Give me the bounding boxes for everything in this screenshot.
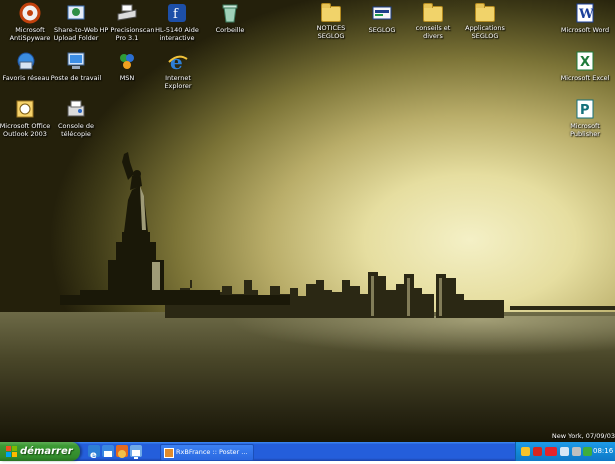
browser-icon [164, 448, 174, 458]
ati-icon[interactable] [545, 447, 557, 456]
start-label: démarrer [20, 446, 73, 457]
quick-launch-firefox[interactable] [116, 445, 128, 458]
label: Microsoft Excel [560, 74, 610, 82]
quick-launch-ie[interactable]: e [88, 445, 100, 461]
label: Internet Explorer [164, 74, 192, 90]
label: Applications SEGLOG [465, 24, 505, 40]
internet-explorer-icon: e [167, 50, 189, 74]
network-places-icon [15, 50, 37, 72]
icon-microsoft-excel[interactable]: X Microsoft Excel [555, 50, 615, 82]
desktop[interactable]: Microsoft AntiSpyware Share-to-Web Uploa… [0, 0, 615, 442]
network-icon[interactable] [560, 447, 569, 456]
quick-launch-outlook-express[interactable] [102, 445, 114, 457]
folder-icon [475, 3, 495, 22]
recycle-bin-icon [219, 2, 241, 24]
task-button-label: RxBFrance :: Poster ... [176, 448, 248, 456]
printer-help-icon: f [166, 2, 188, 24]
system-tray: 08:16 [515, 442, 615, 461]
folder-icon [423, 3, 443, 22]
msn-icon [116, 50, 138, 72]
icon-applications-seglog[interactable]: Applications SEGLOG [455, 2, 515, 40]
antispyware-icon [19, 2, 41, 24]
volume-icon[interactable] [572, 447, 581, 456]
msn-tray-icon[interactable] [583, 447, 592, 456]
svg-text:e: e [90, 450, 97, 460]
label: Microsoft Publisher [570, 122, 600, 138]
word-icon: W [574, 2, 596, 24]
statue-of-liberty-wallpaper [60, 152, 290, 305]
icon-hl5140-aide[interactable]: f HL-5140 Aide interactive [147, 2, 207, 42]
folder-icon [321, 3, 341, 22]
windows-logo-icon [6, 446, 17, 457]
icon-microsoft-publisher[interactable]: P Microsoft Publisher [555, 98, 615, 138]
outlook-icon [14, 98, 36, 120]
start-button[interactable]: démarrer [0, 442, 80, 461]
icon-internet-explorer[interactable]: e Internet Explorer [148, 50, 208, 90]
svg-text:P: P [580, 103, 590, 118]
task-button-rxbfrance[interactable]: RxBFrance :: Poster ... [160, 444, 254, 461]
icon-console-telecopie[interactable]: Console de télécopie [46, 98, 106, 138]
label: conseils et divers [415, 24, 451, 40]
label: Console de télécopie [58, 122, 94, 138]
icon-corbeille[interactable]: Corbeille [200, 2, 260, 34]
label: Microsoft Word [560, 26, 610, 34]
excel-icon: X [574, 50, 596, 72]
svg-text:X: X [580, 55, 590, 70]
security-icon[interactable] [521, 447, 530, 456]
outlook-express-icon [104, 451, 112, 457]
fax-console-icon [65, 98, 87, 120]
antivirus-icon[interactable] [533, 447, 542, 456]
wallpaper-caption: New York, 07/09/03 [551, 432, 615, 440]
share-to-web-icon [65, 2, 87, 24]
label: Corbeille [215, 26, 245, 34]
label: HL-5140 Aide interactive [155, 26, 199, 42]
svg-text:W: W [578, 7, 594, 22]
svg-text:e: e [170, 50, 183, 72]
scanner-icon [116, 2, 138, 24]
seglog-icon [371, 2, 393, 24]
internet-explorer-icon: e [90, 450, 97, 461]
quick-launch-desktop[interactable] [130, 445, 142, 459]
firefox-icon [118, 450, 126, 458]
publisher-icon: P [574, 98, 596, 120]
my-computer-icon [65, 50, 87, 72]
icon-microsoft-word[interactable]: W Microsoft Word [555, 2, 615, 34]
desktop-icon [132, 450, 140, 459]
clock[interactable]: 08:16 [593, 442, 613, 461]
icon-conseils[interactable]: conseils et divers [403, 2, 463, 40]
